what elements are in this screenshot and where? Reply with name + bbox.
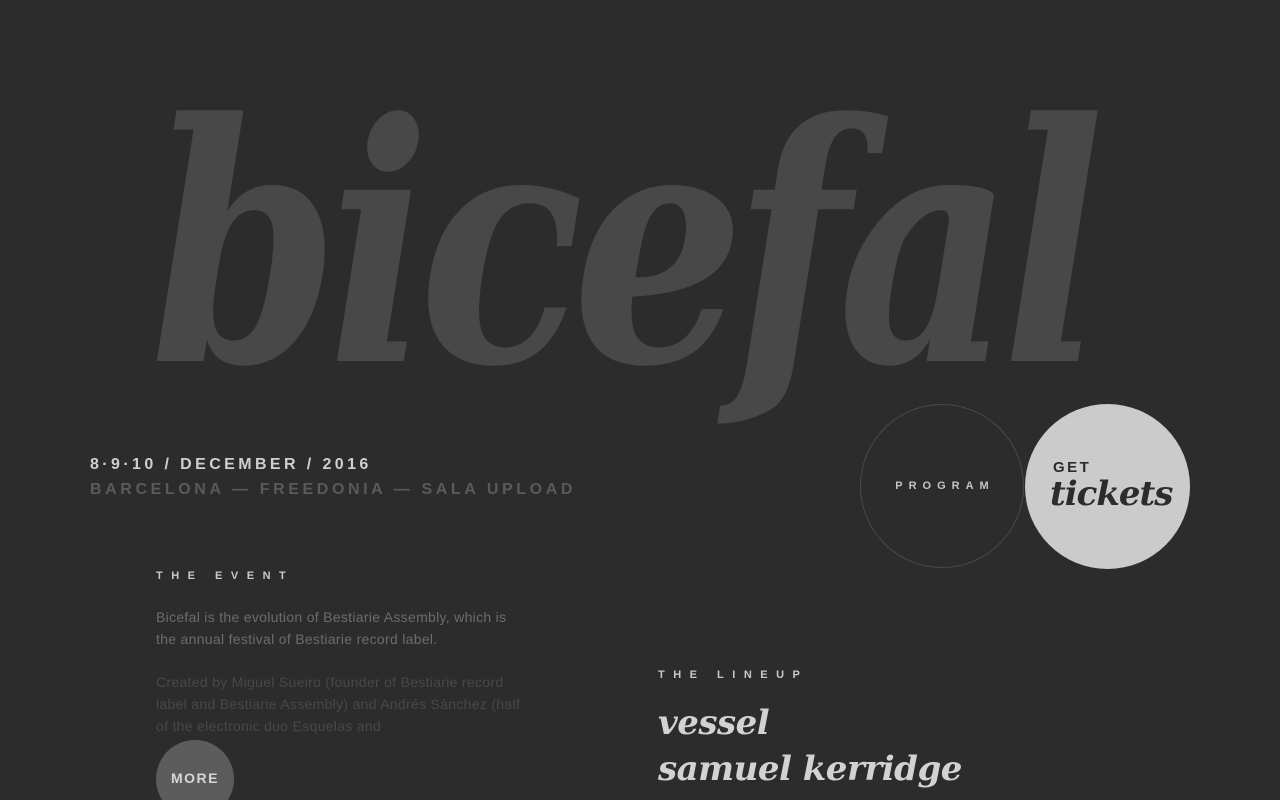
event-paragraph-2: Created by Miguel Sueiro (founder of Bes… [156, 674, 521, 734]
get-tickets-word: tickets [1050, 474, 1173, 514]
the-lineup-heading: THE LINEUP [658, 669, 809, 681]
event-venue: BARCELONA — FREEDONIA — SALA UPLOAD [90, 481, 576, 498]
lineup-artist-vessel[interactable]: vessel [658, 700, 962, 746]
get-tickets-button[interactable]: GET tickets [1025, 404, 1190, 569]
event-dates: 8·9·10 / DECEMBER / 2016 [90, 456, 372, 473]
lineup-list: vessel samuel kerridge [658, 700, 962, 792]
the-event-heading: THE EVENT [156, 570, 295, 582]
program-button-label: PROGRAM [895, 480, 995, 492]
event-paragraph-1: Bicefal is the evolution of Bestiarie As… [156, 609, 507, 647]
lineup-artist-samuel-kerridge[interactable]: samuel kerridge [658, 746, 962, 792]
program-button[interactable]: PROGRAM [860, 404, 1024, 568]
event-description: Bicefal is the evolution of Bestiarie As… [156, 606, 526, 756]
bicefal-logo: bicefal [150, 51, 1105, 439]
